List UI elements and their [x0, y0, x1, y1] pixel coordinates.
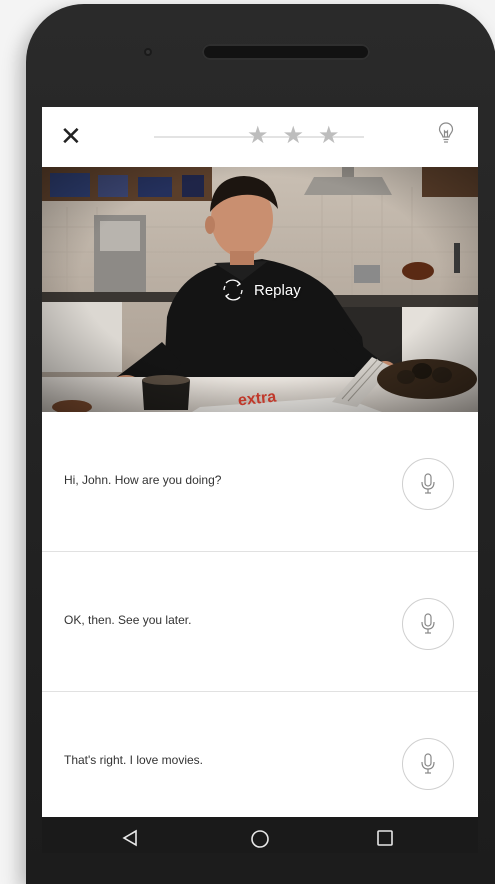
microphone-button[interactable]	[402, 738, 454, 790]
app-screen: ✕ ★ ★ ★ extra Replay Hi, John. How are y…	[42, 107, 478, 817]
answer-options: Hi, John. How are you doing? OK, then. S…	[42, 412, 478, 817]
close-icon[interactable]: ✕	[60, 121, 82, 151]
microphone-button[interactable]	[402, 458, 454, 510]
star-icon: ★	[282, 122, 305, 149]
replay-icon	[223, 279, 243, 301]
recents-square-icon[interactable]	[376, 829, 394, 852]
earpiece-speaker	[202, 44, 370, 60]
answer-option[interactable]: Hi, John. How are you doing?	[42, 412, 478, 552]
answer-text: That's right. I love movies.	[64, 753, 204, 767]
lightbulb-icon[interactable]	[438, 121, 454, 150]
replay-button[interactable]: Replay	[220, 277, 301, 303]
replay-label: Replay	[254, 281, 301, 299]
home-circle-icon[interactable]	[250, 829, 270, 854]
microphone-icon	[421, 613, 435, 634]
microphone-icon	[421, 473, 435, 494]
android-nav-bar	[42, 817, 478, 853]
video-player[interactable]: extra Replay	[42, 167, 478, 412]
star-icon: ★	[247, 122, 269, 149]
answer-option[interactable]: OK, then. See you later.	[42, 552, 478, 692]
answer-text: Hi, John. How are you doing?	[64, 473, 222, 487]
back-triangle-icon[interactable]	[122, 829, 138, 852]
star-rating: ★ ★ ★	[247, 121, 340, 151]
top-bar: ✕ ★ ★ ★	[42, 107, 478, 167]
front-camera	[144, 48, 152, 56]
answer-option[interactable]: That's right. I love movies.	[42, 692, 478, 817]
star-icon: ★	[318, 122, 340, 149]
microphone-icon	[421, 753, 435, 774]
answer-text: OK, then. See you later.	[64, 613, 192, 627]
microphone-button[interactable]	[402, 598, 454, 650]
